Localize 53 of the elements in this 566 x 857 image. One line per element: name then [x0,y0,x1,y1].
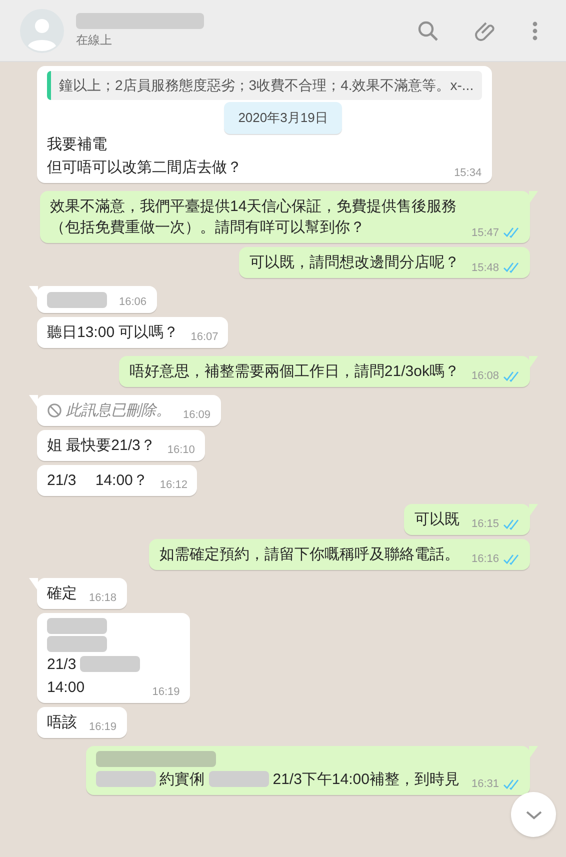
message-text: 效果不滿意，我們平臺提供14天信心保証，免費提供售後服務（包括免費重做一次）。請問有咩可以幫到你？ [50,197,458,238]
quoted-message: 鐘以上；2店員服務態度惡劣；3收費不合理；4.效果不滿意等。x-... [47,71,482,100]
message-text: 唔好意思，補整需要兩個工作日，請問21/3ok嗎？ [129,362,460,382]
double-tick-icon [503,227,520,238]
message-time: 16:19 [89,720,117,735]
redacted-block [96,771,156,787]
message-text: 21/3下午14:00補整，到時見 [272,770,460,790]
redacted-block [80,656,140,672]
redacted-block [47,618,107,634]
message-time: 16:10 [167,443,195,458]
message-time: 16:06 [119,295,147,310]
message-text: 我要補電 [47,135,107,155]
double-tick-icon [503,262,520,274]
more-icon [532,20,538,42]
redacted-block [208,771,269,787]
message-time: 16:15 [471,517,499,532]
double-tick-icon [503,518,520,530]
message-time: 16:09 [183,408,211,423]
blocked-icon [47,402,62,418]
message-time: 15:47 [471,226,499,240]
message-text: 可以既，請問想改邊間分店呢？ [249,253,460,273]
message-time: 16:16 [471,552,499,567]
message-time: 16:12 [160,478,188,493]
redacted-block [47,292,107,308]
message-text: 確定 [47,584,77,604]
message-time: 16:08 [471,369,499,384]
date-chip: 2020年3月19日 [224,102,342,134]
message-text: 聽日13:00 可以嗎？ [47,322,179,342]
message-time: 16:07 [190,330,218,345]
message-text: 21/3 14:00？ [47,470,148,490]
message-text: 約實俐 [160,770,205,790]
double-tick-icon [503,778,520,790]
message-text: 14:00 [47,678,85,698]
deleted-message-text: 此訊息已刪除。 [66,400,171,420]
message-text: 姐 最快要21/3？ [47,436,156,456]
message-text: 但可唔可以改第二間店去做？ [47,158,242,178]
search-icon [416,18,440,42]
message-time: 15:34 [454,166,482,180]
message-time: 15:48 [471,260,499,276]
message-text: 21/3 [47,654,76,674]
redacted-block [47,636,107,652]
avatar-icon [20,8,64,52]
message-time: 16:18 [89,591,117,606]
message-time: 16:31 [471,777,499,792]
double-tick-icon [503,554,520,565]
double-tick-icon [503,370,520,382]
scroll-down-button[interactable] [511,792,556,837]
chevron-down-icon [524,810,542,820]
message-time: 16:19 [152,685,180,700]
message-text: 唔該 [47,712,77,732]
message-text: 可以既 [414,510,460,530]
contact-status: 在線上 [76,32,113,48]
message-text: 如需確定預約，請留下你嘅稱呼及聯絡電話。 [159,544,460,564]
